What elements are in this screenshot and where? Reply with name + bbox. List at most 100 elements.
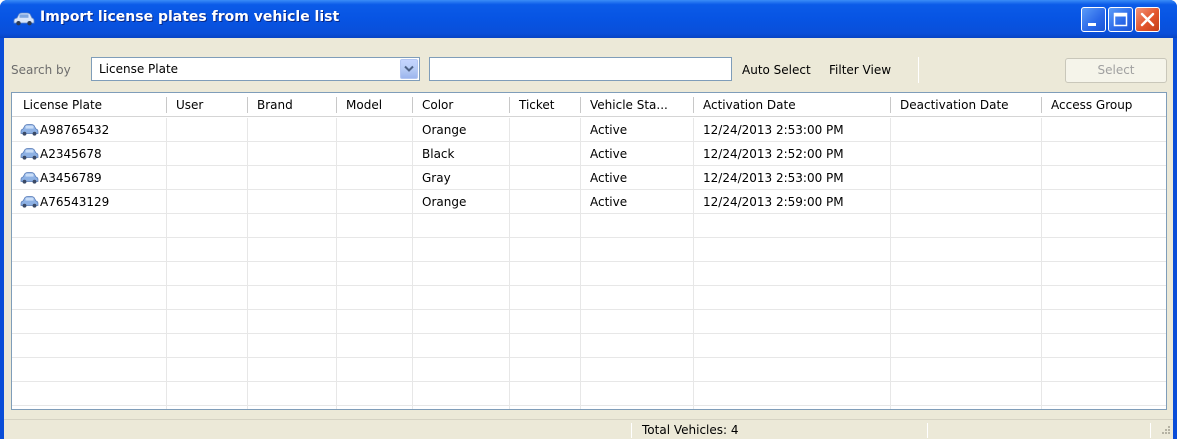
cell-deactivation-date	[892, 118, 1040, 142]
cell-access-group	[1043, 118, 1165, 142]
column-header-model[interactable]: Model	[338, 93, 411, 117]
cell-user	[168, 142, 246, 166]
total-vehicles-text: Total Vehicles: 4	[642, 423, 739, 437]
column-divider[interactable]	[166, 97, 167, 113]
car-icon	[20, 148, 39, 160]
minimize-icon	[1088, 23, 1096, 26]
toolbar-separator	[918, 57, 919, 83]
select-button[interactable]: Select	[1065, 58, 1167, 83]
cell-ticket	[511, 118, 579, 142]
cell-user	[168, 190, 246, 214]
cell-activation-date: 12/24/2013 2:52:00 PM	[703, 147, 844, 161]
vehicle-grid[interactable]: License Plate User Brand Model Color Tic…	[11, 92, 1167, 410]
column-header-access-group[interactable]: Access Group	[1043, 93, 1165, 117]
column-divider[interactable]	[693, 97, 694, 113]
column-divider[interactable]	[336, 97, 337, 113]
license-plate-value: A76543129	[40, 195, 110, 209]
empty-row	[12, 358, 1166, 382]
cell-vehicle-status: Active	[590, 147, 628, 161]
cell-brand	[249, 190, 335, 214]
cell-user	[168, 166, 246, 190]
cell-vehicle-status: Active	[590, 195, 628, 209]
dropdown-button[interactable]	[400, 59, 418, 79]
cell-deactivation-date	[892, 166, 1040, 190]
cell-deactivation-date	[892, 142, 1040, 166]
empty-row	[12, 238, 1166, 262]
close-icon	[1140, 12, 1155, 27]
column-header-color[interactable]: Color	[414, 93, 508, 117]
license-plate-value: A2345678	[40, 147, 102, 161]
cell-license-plate: A98765432	[15, 118, 165, 142]
cell-color: Gray	[422, 171, 451, 185]
column-divider[interactable]	[509, 97, 510, 113]
column-header-user[interactable]: User	[168, 93, 246, 117]
cell-brand	[249, 142, 335, 166]
column-divider[interactable]	[1041, 97, 1042, 113]
cell-ticket	[511, 142, 579, 166]
cell-activation-date: 12/24/2013 2:59:00 PM	[703, 195, 844, 209]
column-header-activation-date[interactable]: Activation Date	[695, 93, 889, 117]
chevron-down-icon	[404, 65, 414, 72]
column-divider[interactable]	[247, 97, 248, 113]
status-separator	[1150, 423, 1151, 438]
cell-model	[338, 142, 411, 166]
table-row[interactable]: A98765432 Orange Active 12/24/2013 2:53:…	[12, 118, 1166, 142]
cell-license-plate: A2345678	[15, 142, 165, 166]
import-license-plates-window: Import license plates from vehicle list …	[0, 0, 1177, 439]
empty-row	[12, 262, 1166, 286]
maximize-icon	[1113, 12, 1128, 27]
column-header-vehicle-status[interactable]: Vehicle Sta...	[582, 93, 692, 117]
car-icon	[13, 12, 35, 26]
cell-model	[338, 166, 411, 190]
license-plate-value: A3456789	[40, 171, 102, 185]
cell-color: Black	[422, 147, 455, 161]
cell-color: Orange	[422, 195, 467, 209]
cell-brand	[249, 118, 335, 142]
empty-row	[12, 286, 1166, 310]
column-header-brand[interactable]: Brand	[249, 93, 335, 117]
column-divider[interactable]	[412, 97, 413, 113]
cell-deactivation-date	[892, 190, 1040, 214]
cell-vehicle-status: Active	[590, 123, 628, 137]
cell-activation-date: 12/24/2013 2:53:00 PM	[703, 123, 844, 137]
auto-select-button[interactable]: Auto Select	[742, 63, 811, 77]
search-by-value: License Plate	[99, 62, 179, 76]
cell-license-plate: A76543129	[15, 190, 165, 214]
cell-access-group	[1043, 190, 1165, 214]
cell-model	[338, 190, 411, 214]
maximize-button[interactable]	[1108, 7, 1133, 32]
empty-row	[12, 334, 1166, 358]
window-title: Import license plates from vehicle list	[40, 9, 340, 25]
table-row[interactable]: A3456789 Gray Active 12/24/2013 2:53:00 …	[12, 166, 1166, 190]
column-header-license-plate[interactable]: License Plate	[15, 93, 165, 117]
table-row[interactable]: A2345678 Black Active 12/24/2013 2:52:00…	[12, 142, 1166, 166]
cell-user	[168, 118, 246, 142]
table-row[interactable]: A76543129 Orange Active 12/24/2013 2:59:…	[12, 190, 1166, 214]
cell-ticket	[511, 190, 579, 214]
filter-view-button[interactable]: Filter View	[829, 63, 891, 77]
empty-row	[12, 382, 1166, 406]
status-separator	[631, 423, 632, 438]
search-by-dropdown[interactable]: License Plate	[91, 57, 420, 81]
column-divider[interactable]	[890, 97, 891, 113]
search-toolbar: Search by License Plate Auto Select Filt…	[4, 38, 1173, 86]
cell-access-group	[1043, 142, 1165, 166]
status-bar: Total Vehicles: 4	[4, 419, 1173, 439]
search-input[interactable]	[429, 57, 732, 81]
close-button[interactable]	[1135, 7, 1160, 32]
grid-header: License Plate User Brand Model Color Tic…	[12, 93, 1166, 117]
cell-color: Orange	[422, 123, 467, 137]
minimize-button[interactable]	[1081, 7, 1106, 32]
dialog-client-area: Search by License Plate Auto Select Filt…	[4, 38, 1173, 439]
cell-vehicle-status: Active	[590, 171, 628, 185]
cell-activation-date: 12/24/2013 2:53:00 PM	[703, 171, 844, 185]
column-header-deactivation-date[interactable]: Deactivation Date	[892, 93, 1040, 117]
cell-access-group	[1043, 166, 1165, 190]
column-divider[interactable]	[580, 97, 581, 113]
license-plate-value: A98765432	[40, 123, 110, 137]
car-icon	[20, 172, 39, 184]
title-bar[interactable]: Import license plates from vehicle list	[0, 0, 1177, 38]
cell-license-plate: A3456789	[15, 166, 165, 190]
column-header-ticket[interactable]: Ticket	[511, 93, 579, 117]
resize-grip-icon[interactable]	[1159, 425, 1171, 437]
